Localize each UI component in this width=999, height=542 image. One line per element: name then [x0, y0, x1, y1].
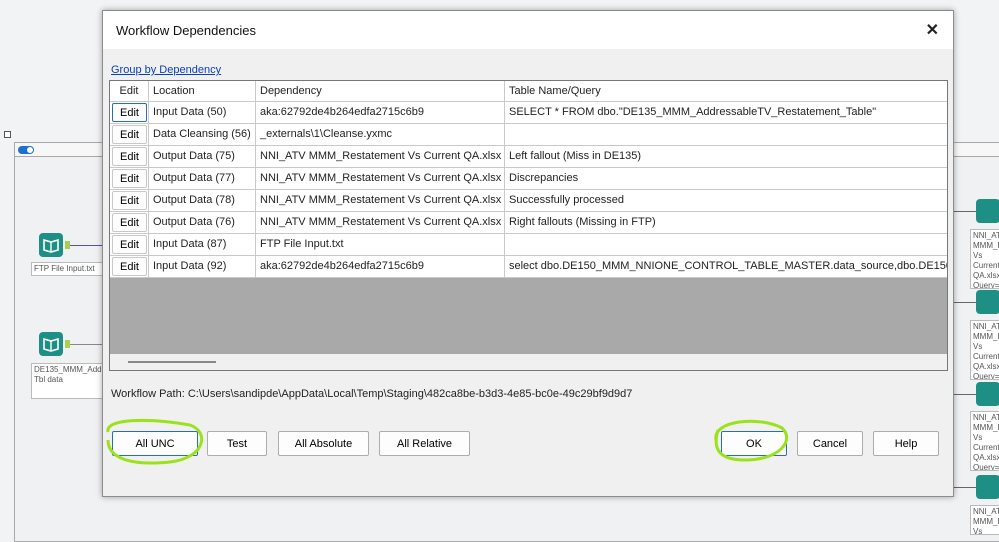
output-tool-icon[interactable]: [976, 382, 999, 406]
tool-label: DE135_MMM_AddressableTV Tbl data: [31, 363, 103, 399]
location-cell: Input Data (50): [149, 102, 256, 124]
ok-button[interactable]: OK: [721, 431, 787, 456]
location-cell: Output Data (76): [149, 212, 256, 234]
horizontal-scrollbar[interactable]: [110, 354, 947, 370]
dialog-title: Workflow Dependencies: [116, 23, 256, 38]
location-cell: Output Data (78): [149, 190, 256, 212]
output-tool-icon[interactable]: [976, 290, 999, 314]
tool-label: NNI_ATV MMM_Restatement Vs Current QA.xl…: [970, 505, 999, 535]
edit-cell: Edit: [110, 256, 149, 278]
location-cell: Output Data (77): [149, 168, 256, 190]
query-cell[interactable]: Left fallout (Miss in DE135): [505, 146, 947, 168]
location-cell: Output Data (75): [149, 146, 256, 168]
table-row[interactable]: Edit Output Data (75) NNI_ATV MMM_Restatem…: [110, 146, 947, 168]
output-tool-icon[interactable]: [976, 475, 999, 499]
dependency-cell[interactable]: NNI_ATV MMM_Restatement Vs Current QA.xl…: [256, 212, 505, 234]
edit-cell: Edit: [110, 146, 149, 168]
query-cell[interactable]: SELECT * FROM dbo."DE135_MMM_Addressable…: [505, 102, 947, 124]
query-cell[interactable]: Successfully processed: [505, 190, 947, 212]
input-tool-icon[interactable]: [39, 233, 63, 257]
tool-label: NNI_ATV MMM_Restatement Vs Current QA.xl…: [970, 229, 999, 289]
table-row[interactable]: Edit Output Data (77) NNI_ATV MMM_Restatem…: [110, 168, 947, 190]
tool-label: NNI_ATV MMM_Restatement Vs Current QA.xl…: [970, 411, 999, 471]
edit-cell: Edit: [110, 234, 149, 256]
column-header: Location: [149, 81, 256, 103]
edit-cell: Edit: [110, 190, 149, 212]
test-button[interactable]: Test: [207, 431, 267, 456]
location-cell: Input Data (87): [149, 234, 256, 256]
edit-cell: Edit: [110, 124, 149, 146]
query-cell[interactable]: Right fallouts (Missing in FTP): [505, 212, 947, 234]
output-tool-icon[interactable]: [976, 199, 999, 223]
help-button[interactable]: Help: [873, 431, 939, 456]
input-tool-icon[interactable]: [39, 332, 63, 356]
query-cell[interactable]: Discrepancies: [505, 168, 947, 190]
table-row[interactable]: Edit Output Data (78) NNI_ATV MMM_Restatem…: [110, 190, 947, 212]
title-bar: Workflow Dependencies ✕: [103, 11, 953, 49]
cancel-button[interactable]: Cancel: [797, 431, 863, 456]
dependency-cell[interactable]: _externals\1\Cleanse.yxmc: [256, 124, 505, 146]
query-cell[interactable]: [505, 234, 947, 256]
table-row[interactable]: Edit Input Data (92) aka:62792de4b264edfa2…: [110, 256, 947, 278]
query-cell[interactable]: select dbo.DE150_MMM_NNIONE_CONTROL_TABL…: [505, 256, 947, 278]
edit-cell: Edit: [110, 212, 149, 234]
dependency-cell[interactable]: aka:62792de4b264edfa2715c6b9: [256, 256, 505, 278]
container-badge-icon: [4, 131, 11, 138]
table-row[interactable]: Edit Input Data (50) aka:62792de4b264edfa2…: [110, 102, 947, 124]
dependency-cell[interactable]: NNI_ATV MMM_Restatement Vs Current QA.xl…: [256, 146, 505, 168]
column-header: Table Name/Query: [509, 85, 601, 97]
dependency-cell[interactable]: FTP File Input.txt: [256, 234, 505, 256]
edit-cell: Edit: [110, 168, 149, 190]
scrollbar-thumb[interactable]: [128, 361, 216, 363]
all-unc-button[interactable]: All UNC: [112, 431, 198, 456]
dependencies-table: Edit Location Dependency Table Name/Quer…: [109, 80, 948, 371]
all-relative-button[interactable]: All Relative: [379, 431, 470, 456]
tool-label: FTP File Input.txt: [31, 262, 103, 276]
workflow-dependencies-dialog: Workflow Dependencies ✕ Group by Depende…: [102, 10, 954, 497]
edit-button[interactable]: Edit: [112, 169, 147, 188]
query-cell[interactable]: [505, 124, 947, 146]
group-by-dependency-link[interactable]: Group by Dependency: [111, 64, 221, 76]
close-icon[interactable]: ✕: [926, 20, 939, 40]
tool-label: NNI_ATV MMM_Restatement Vs Current QA.xl…: [970, 320, 999, 380]
table-row[interactable]: Edit Input Data (87) FTP File Input.txt: [110, 234, 947, 256]
workflow-path: Workflow Path: C:\Users\sandipde\AppData…: [111, 388, 633, 400]
edit-button[interactable]: Edit: [112, 191, 147, 210]
edit-button[interactable]: Edit: [112, 235, 147, 254]
table-header: Edit Location Dependency Table Name/Quer…: [110, 81, 947, 103]
dependency-cell[interactable]: NNI_ATV MMM_Restatement Vs Current QA.xl…: [256, 190, 505, 212]
dependency-cell[interactable]: NNI_ATV MMM_Restatement Vs Current QA.xl…: [256, 168, 505, 190]
edit-button[interactable]: Edit: [112, 257, 147, 276]
edit-button[interactable]: Edit: [112, 103, 147, 122]
dependency-cell[interactable]: aka:62792de4b264edfa2715c6b9: [256, 102, 505, 124]
table-row[interactable]: Edit Data Cleansing (56) _externals\1\Clea…: [110, 124, 947, 146]
location-cell: Input Data (92): [149, 256, 256, 278]
edit-button[interactable]: Edit: [112, 125, 147, 144]
edit-cell: Edit: [110, 102, 149, 124]
edit-button[interactable]: Edit: [112, 213, 147, 232]
column-header: Edit: [110, 81, 149, 103]
table-row[interactable]: Edit Output Data (76) NNI_ATV MMM_Restatem…: [110, 212, 947, 234]
all-absolute-button[interactable]: All Absolute: [278, 431, 369, 456]
location-cell: Data Cleansing (56): [149, 124, 256, 146]
column-header: Dependency: [256, 81, 505, 103]
edit-button[interactable]: Edit: [112, 147, 147, 166]
container-toggle[interactable]: [18, 146, 34, 154]
